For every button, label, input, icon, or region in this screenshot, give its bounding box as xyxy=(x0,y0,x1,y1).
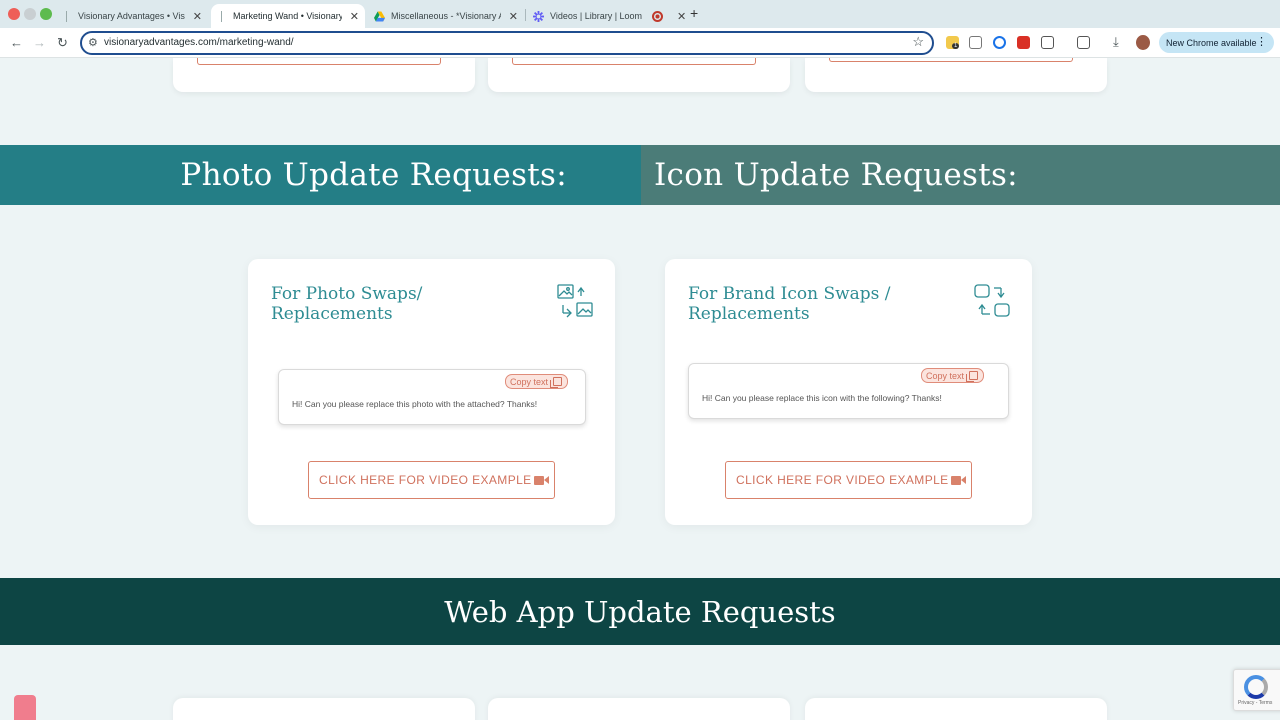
video-example-button[interactable]: CLICK HERE FOR VIDEO EXAMPLE xyxy=(725,461,972,499)
tab-marketing-wand[interactable]: Marketing Wand • Visionary A ✕ xyxy=(211,4,365,28)
download-icon[interactable]: ⤓ xyxy=(1113,34,1119,50)
record-icon xyxy=(652,10,663,22)
photo-swap-card: For Photo Swaps/ Replacements Copy text … xyxy=(248,259,615,525)
chat-widget-tab[interactable] xyxy=(14,695,36,720)
web-app-update-banner: Web App Update Requests xyxy=(0,578,1280,645)
copy-text-button[interactable]: Copy text xyxy=(505,374,569,389)
close-tab-icon[interactable]: ✕ xyxy=(509,10,518,23)
maximize-window-button[interactable] xyxy=(40,8,52,20)
new-chrome-label: New Chrome available xyxy=(1166,37,1257,48)
icon-update-banner: Icon Update Requests: xyxy=(641,145,1280,205)
menu-kebab-icon[interactable]: ⋮ xyxy=(1256,35,1267,48)
tab-loom-videos[interactable]: Videos | Library | Loom xyxy=(527,4,652,28)
tab-label: Videos | Library | Loom xyxy=(550,11,643,21)
loom-icon xyxy=(533,10,544,22)
previous-card-button[interactable] xyxy=(197,58,441,65)
pdf-extension-icon[interactable] xyxy=(1017,36,1030,49)
new-chrome-available-button[interactable]: New Chrome available ⋮ xyxy=(1159,32,1274,53)
tab-miscellaneous-drive[interactable]: Miscellaneous - *Visionary A ✕ xyxy=(368,4,524,28)
circle-extension-icon[interactable] xyxy=(993,36,1006,49)
close-tab-icon[interactable]: ✕ xyxy=(677,10,686,23)
previous-card-button[interactable] xyxy=(512,58,756,65)
new-tab-button[interactable]: + xyxy=(690,5,698,21)
copy-icon xyxy=(966,371,979,382)
tab-search-icon[interactable] xyxy=(1077,36,1090,49)
tab-label: Marketing Wand • Visionary A xyxy=(233,11,342,21)
web-app-update-heading: Web App Update Requests xyxy=(444,594,836,629)
wand-favicon-icon xyxy=(221,10,227,22)
web-app-card xyxy=(173,698,475,720)
photo-update-heading: Photo Update Requests: xyxy=(180,157,567,193)
video-camera-icon xyxy=(534,476,549,485)
browser-toolbar: ← → ↻ ⚙ visionaryadvantages.com/marketin… xyxy=(0,28,1280,58)
reload-icon[interactable]: ↻ xyxy=(57,35,68,51)
image-swap-icon xyxy=(557,284,593,318)
web-app-card xyxy=(488,698,790,720)
google-drive-icon xyxy=(374,10,385,22)
tab-visionary-advantages[interactable]: Visionary Advantages • Visio ✕ xyxy=(56,4,208,28)
puzzle-extensions-icon[interactable] xyxy=(1041,36,1054,49)
shape-swap-icon xyxy=(974,284,1010,317)
back-arrow-icon[interactable]: ← xyxy=(10,35,23,50)
page-content: Photo Update Requests: Icon Update Reque… xyxy=(0,58,1280,720)
brand-icon-swap-card: For Brand Icon Swaps / Replacements Copy… xyxy=(665,259,1032,525)
previous-card-button[interactable] xyxy=(829,58,1073,62)
forward-arrow-icon[interactable]: → xyxy=(33,35,46,50)
icon-update-heading: Icon Update Requests: xyxy=(654,157,1018,193)
tab-label: Miscellaneous - *Visionary A xyxy=(391,11,501,21)
url-text: visionaryadvantages.com/marketing-wand/ xyxy=(104,37,294,48)
minimize-window-button[interactable] xyxy=(24,8,36,20)
recaptcha-badge[interactable]: Privacy - Terms xyxy=(1233,669,1280,711)
video-example-label: CLICK HERE FOR VIDEO EXAMPLE xyxy=(319,473,532,487)
video-camera-icon xyxy=(951,476,966,485)
video-example-label: CLICK HERE FOR VIDEO EXAMPLE xyxy=(736,473,949,487)
copy-text-label: Copy text xyxy=(510,376,549,387)
profile-avatar[interactable] xyxy=(1136,35,1150,50)
close-window-button[interactable] xyxy=(8,8,20,20)
request-message: Hi! Can you please replace this photo wi… xyxy=(292,399,538,409)
copy-text-label: Copy text xyxy=(926,370,965,381)
bookmark-star-icon[interactable]: ☆ xyxy=(912,34,924,50)
copy-text-box: Copy text Hi! Can you please replace thi… xyxy=(688,363,1009,419)
address-bar[interactable]: ⚙ visionaryadvantages.com/marketing-wand… xyxy=(80,31,934,55)
previous-card xyxy=(173,58,475,92)
camera-extension-icon[interactable] xyxy=(969,36,982,49)
close-tab-icon[interactable]: ✕ xyxy=(350,10,359,23)
tab-label: Visionary Advantages • Visio xyxy=(78,11,185,21)
wand-favicon-icon xyxy=(66,10,72,22)
close-tab-icon[interactable]: ✕ xyxy=(193,10,202,23)
web-app-card xyxy=(805,698,1107,720)
request-message: Hi! Can you please replace this icon wit… xyxy=(702,393,942,403)
copy-icon xyxy=(550,377,563,388)
recaptcha-logo-icon xyxy=(1244,675,1268,699)
video-example-button[interactable]: CLICK HERE FOR VIDEO EXAMPLE xyxy=(308,461,555,499)
extension-badge: 1 xyxy=(952,43,960,49)
photo-update-banner: Photo Update Requests: xyxy=(0,145,641,205)
tab-recording[interactable]: ✕ xyxy=(646,4,686,28)
tab-strip: Visionary Advantages • Visio ✕ Marketing… xyxy=(0,0,1280,28)
previous-card xyxy=(488,58,790,92)
copy-text-box: Copy text Hi! Can you please replace thi… xyxy=(278,369,586,425)
card-title: For Brand Icon Swaps / Replacements xyxy=(688,284,891,324)
copy-text-button[interactable]: Copy text xyxy=(921,368,985,383)
previous-card xyxy=(805,58,1107,92)
card-title: For Photo Swaps/ Replacements xyxy=(271,284,423,324)
site-settings-icon[interactable]: ⚙ xyxy=(88,36,98,49)
recaptcha-links[interactable]: Privacy - Terms xyxy=(1238,700,1272,706)
